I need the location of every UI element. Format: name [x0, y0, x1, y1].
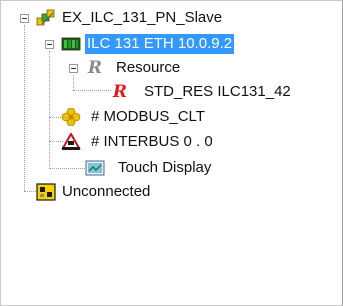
tree-node-label: # MODBUS_CLT [91, 108, 205, 125]
tree-node-label: Unconnected [62, 183, 151, 200]
tree-node-label: EX_ILC_131_PN_Slave [62, 9, 223, 26]
collapse-toggle-controller[interactable] [45, 40, 54, 49]
red-r-icon: R [112, 82, 128, 102]
collapse-toggle-root[interactable] [20, 14, 29, 23]
tree-line [49, 168, 87, 169]
tree-line [73, 90, 111, 91]
tree-line [49, 51, 50, 169]
collapse-toggle-resource[interactable] [69, 64, 78, 73]
resource-r-icon: R [87, 58, 103, 78]
interbus-icon [61, 133, 81, 150]
tree-node-label: STD_RES ILC131_42 [144, 83, 291, 100]
tree-node-label: # INTERBUS 0 . 0 [91, 133, 213, 150]
modbus-flower-icon [61, 108, 81, 126]
tree-line [24, 25, 25, 191]
tree-node-label: Resource [116, 59, 181, 76]
unconnected-device-icon [36, 183, 56, 201]
tree-node-label: ILC 131 ETH 10.0.9.2 [85, 34, 235, 54]
tree-line [73, 75, 74, 90]
touch-display-icon [85, 160, 105, 176]
tree-node-label: Touch Display [118, 159, 212, 176]
project-icon [36, 9, 55, 26]
plc-controller-icon [61, 37, 81, 51]
